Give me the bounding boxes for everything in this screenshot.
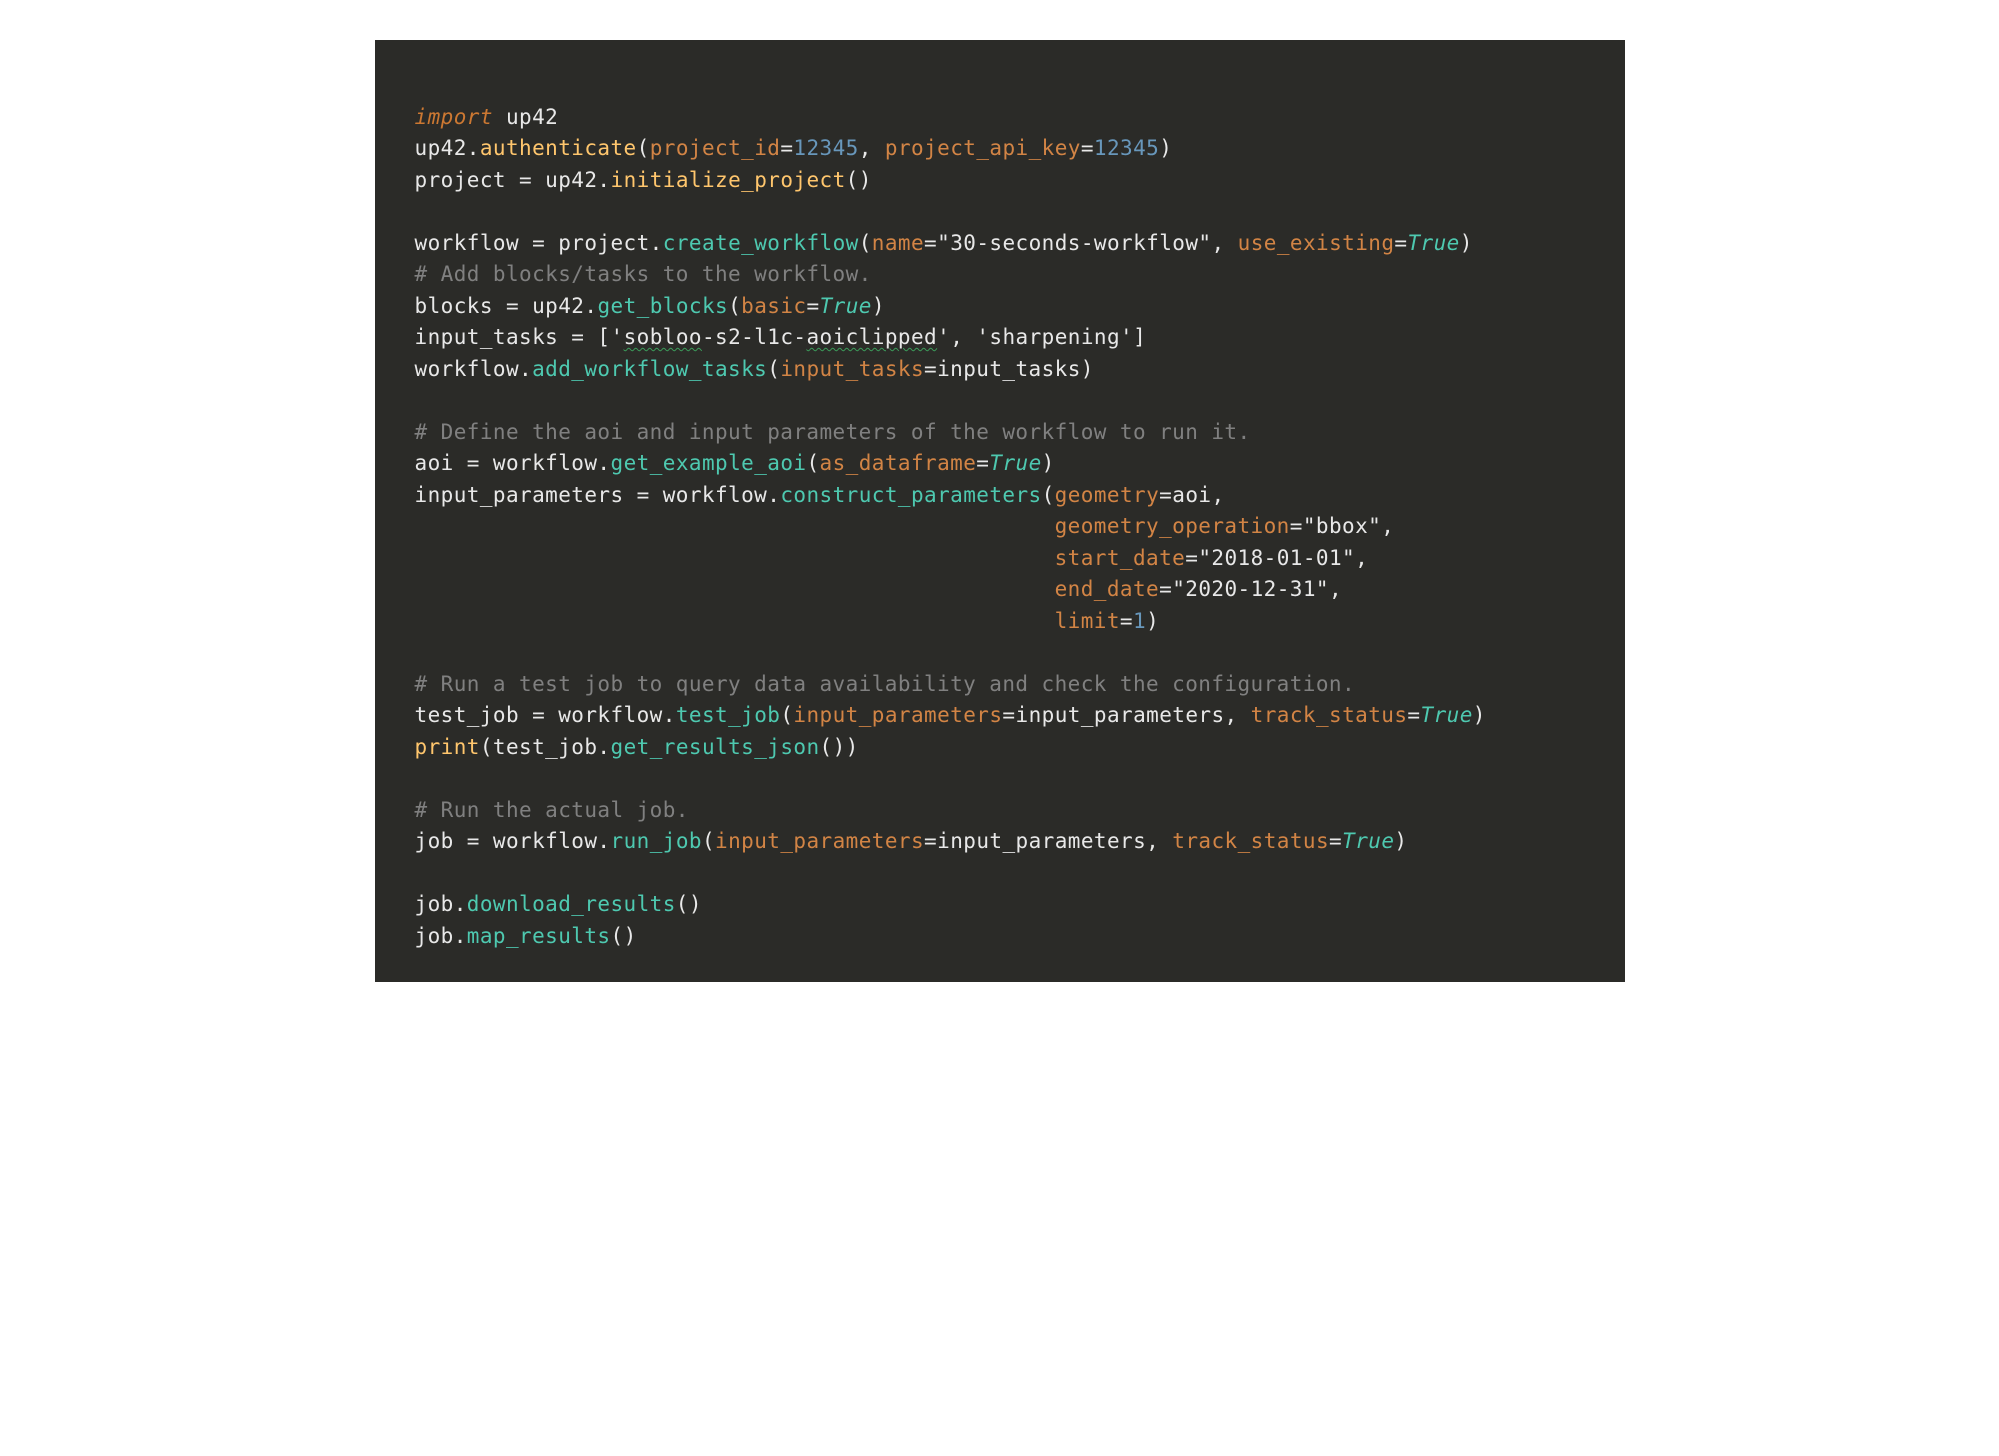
line-8: input_tasks = ['sobloo-s2-l1c-aoiclipped… bbox=[415, 325, 1147, 349]
line-17: limit=1) bbox=[415, 609, 1160, 633]
line-27: job.map_results() bbox=[415, 924, 637, 948]
line-5: workflow = project.create_workflow(name=… bbox=[415, 231, 1473, 255]
line-11: # Define the aoi and input parameters of… bbox=[415, 420, 1251, 444]
line-7: blocks = up42.get_blocks(basic=True) bbox=[415, 294, 885, 318]
line-1: import up42 bbox=[415, 105, 559, 129]
line-20: test_job = workflow.test_job(input_param… bbox=[415, 703, 1486, 727]
keyword-import: import bbox=[415, 105, 493, 129]
line-13: input_parameters = workflow.construct_pa… bbox=[415, 483, 1225, 507]
line-26: job.download_results() bbox=[415, 892, 702, 916]
line-9: workflow.add_workflow_tasks(input_tasks=… bbox=[415, 357, 1094, 381]
line-24: job = workflow.run_job(input_parameters=… bbox=[415, 829, 1408, 853]
code-block: import up42 up42.authenticate(project_id… bbox=[375, 40, 1625, 982]
line-3: project = up42.initialize_project() bbox=[415, 168, 872, 192]
line-21: print(test_job.get_results_json()) bbox=[415, 735, 859, 759]
line-2: up42.authenticate(project_id=12345, proj… bbox=[415, 136, 1173, 160]
line-14: geometry_operation="bbox", bbox=[415, 514, 1395, 538]
line-23: # Run the actual job. bbox=[415, 798, 689, 822]
line-6: # Add blocks/tasks to the workflow. bbox=[415, 262, 872, 286]
line-12: aoi = workflow.get_example_aoi(as_datafr… bbox=[415, 451, 1055, 475]
line-19: # Run a test job to query data availabil… bbox=[415, 672, 1356, 696]
line-15: start_date="2018-01-01", bbox=[415, 546, 1369, 570]
line-16: end_date="2020-12-31", bbox=[415, 577, 1343, 601]
